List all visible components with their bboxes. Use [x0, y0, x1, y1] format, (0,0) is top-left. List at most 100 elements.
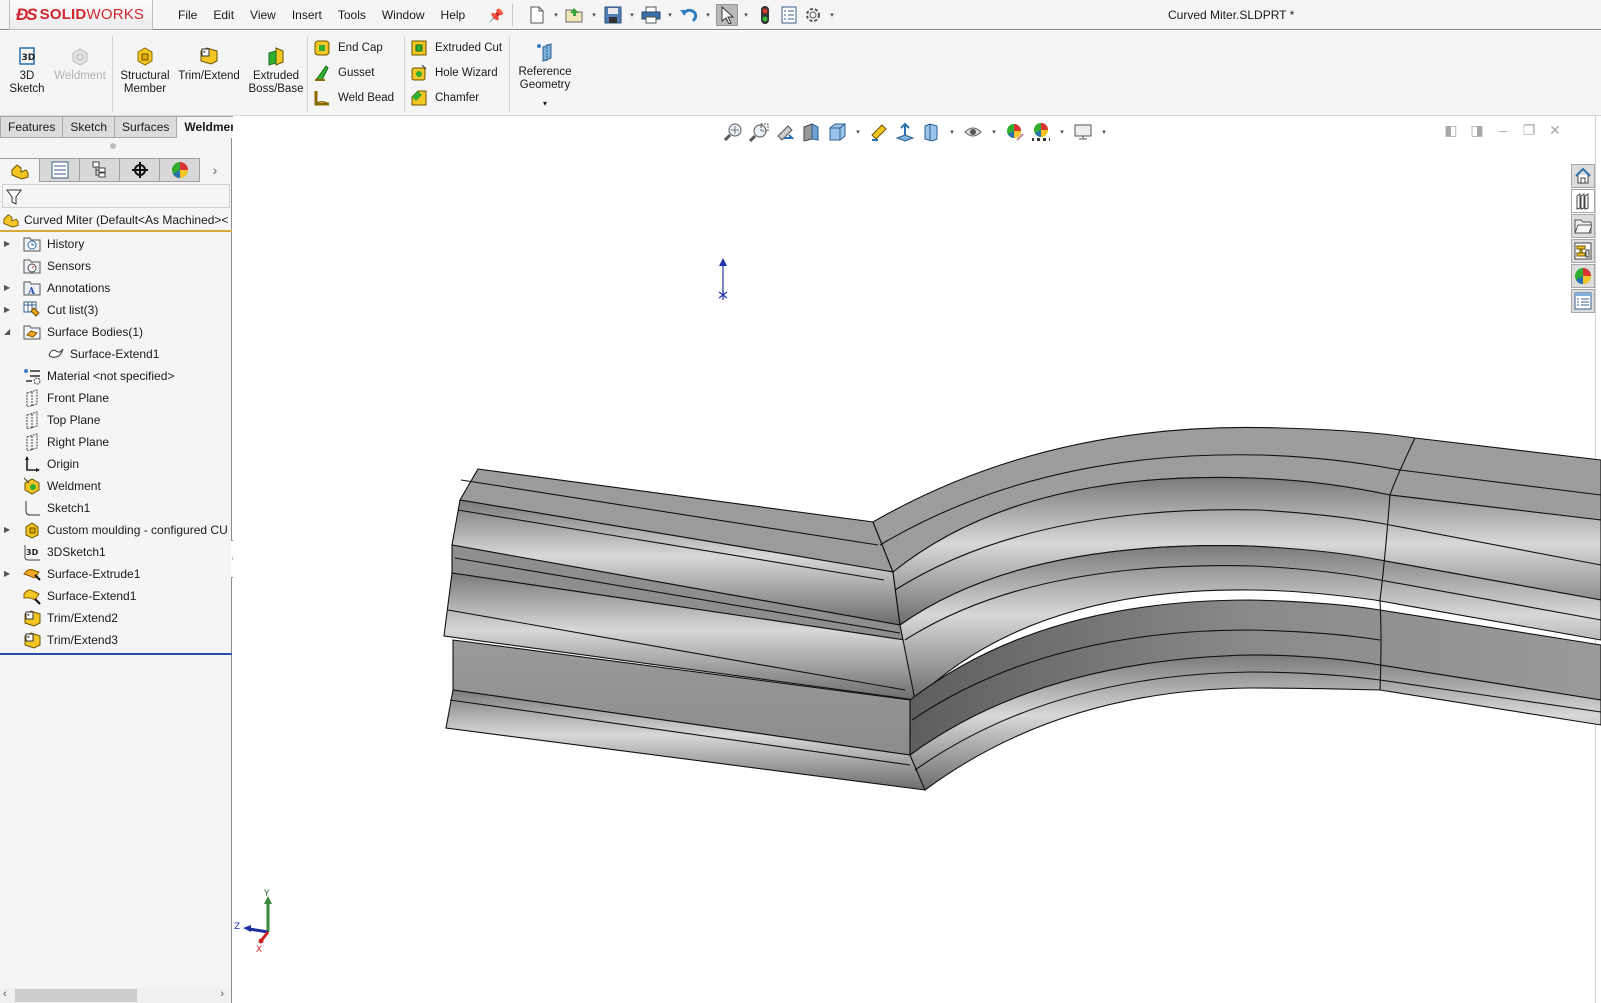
- tree-item[interactable]: ▶ A Annotations: [0, 277, 232, 299]
- menu-insert[interactable]: Insert: [284, 8, 330, 22]
- tree-item[interactable]: ▶ Surface-Extrude1: [0, 563, 232, 585]
- hole-wizard-icon: [411, 64, 427, 81]
- tree-item-label: Cut list(3): [47, 303, 99, 317]
- weldment-button[interactable]: Weldment: [52, 45, 108, 83]
- save-icon[interactable]: [602, 4, 624, 26]
- tab-surfaces[interactable]: Surfaces: [115, 116, 178, 138]
- tree-root-part[interactable]: Curved Miter (Default<As Machined><: [0, 210, 232, 232]
- dimxpert-manager-tab[interactable]: [120, 158, 160, 182]
- 3d-model-curved-miter[interactable]: [233, 116, 1601, 1003]
- tree-item[interactable]: Material <not specified>: [0, 365, 232, 387]
- panel-tabs-more-icon[interactable]: ›: [200, 158, 230, 182]
- tree-filter[interactable]: [2, 184, 230, 208]
- tree-horizontal-scrollbar[interactable]: ‹ ›: [0, 988, 230, 1003]
- select-dropdown-icon[interactable]: ▾: [740, 11, 752, 19]
- open-icon[interactable]: [564, 4, 586, 26]
- undo-dropdown-icon[interactable]: ▾: [702, 11, 714, 19]
- part-icon: [11, 163, 28, 180]
- extruded-cut-button[interactable]: Extruded Cut: [410, 38, 502, 58]
- collapse-arrow-icon[interactable]: ◢: [4, 327, 14, 337]
- configuration-manager-tab[interactable]: [80, 158, 120, 182]
- menu-edit[interactable]: Edit: [205, 8, 242, 22]
- tree-item-label: Trim/Extend3: [47, 633, 118, 647]
- select-icon[interactable]: [716, 4, 738, 26]
- tree-item[interactable]: Top Plane: [0, 409, 232, 431]
- options-dropdown-icon[interactable]: ▾: [826, 11, 838, 19]
- reference-geometry-button[interactable]: Reference Geometry ▾: [515, 41, 575, 110]
- display-manager-tab[interactable]: [160, 158, 200, 182]
- svg-text:*: *: [27, 636, 30, 643]
- structural-member-button[interactable]: Structural Member: [117, 45, 173, 96]
- end-cap-icon: [314, 40, 330, 56]
- new-document-icon[interactable]: [526, 4, 548, 26]
- scroll-left-icon[interactable]: ‹: [3, 988, 7, 1000]
- part-icon: [3, 214, 19, 228]
- expand-arrow-icon[interactable]: ▶: [4, 305, 14, 315]
- sensors-folder-icon: [23, 257, 41, 275]
- trim-extend-button[interactable]: * Trim/Extend: [178, 45, 240, 83]
- tree-item-label: Sensors: [47, 259, 92, 273]
- open-dropdown-icon[interactable]: ▾: [588, 11, 600, 19]
- solidworks-logo[interactable]: ƉS SOLIDWORKS: [9, 0, 153, 30]
- gusset-button[interactable]: Gusset: [313, 63, 374, 83]
- reference-geometry-dropdown-icon[interactable]: ▾: [543, 97, 547, 110]
- chamfer-button[interactable]: Chamfer: [410, 88, 479, 108]
- tab-sketch[interactable]: Sketch: [63, 116, 116, 138]
- hole-wizard-button[interactable]: Hole Wizard: [410, 63, 498, 83]
- tree-item[interactable]: ▶ Cut list(3): [0, 299, 232, 321]
- menu-window[interactable]: Window: [374, 8, 433, 22]
- print-dropdown-icon[interactable]: ▾: [664, 11, 676, 19]
- menu-help[interactable]: Help: [433, 8, 474, 22]
- tree-item[interactable]: * Trim/Extend2: [0, 607, 232, 629]
- tree-item-label: Front Plane: [47, 391, 110, 405]
- weld-bead-button[interactable]: Weld Bead: [313, 88, 394, 108]
- tree-item[interactable]: Surface-Extend1: [0, 343, 232, 365]
- tree-item[interactable]: Weldment: [0, 475, 232, 497]
- tree-item[interactable]: Sketch1: [0, 497, 232, 519]
- expand-arrow-icon[interactable]: ▶: [4, 525, 14, 535]
- extruded-boss-base-button[interactable]: Extruded Boss/Base: [246, 45, 306, 96]
- group-divider: [307, 36, 308, 112]
- feature-manager-tab[interactable]: [0, 158, 40, 182]
- undo-icon[interactable]: [678, 4, 700, 26]
- print-icon[interactable]: [640, 4, 662, 26]
- tree-item[interactable]: Sensors: [0, 255, 232, 277]
- curved-moulding-segment: [872, 426, 1601, 791]
- end-cap-button[interactable]: End Cap: [313, 38, 383, 58]
- save-dropdown-icon[interactable]: ▾: [626, 11, 638, 19]
- expand-arrow-icon[interactable]: ▶: [4, 239, 14, 249]
- tree-item[interactable]: Surface-Extend1: [0, 585, 232, 607]
- menu-view[interactable]: View: [242, 8, 284, 22]
- tree-item[interactable]: Right Plane: [0, 431, 232, 453]
- panel-grip[interactable]: [110, 143, 116, 149]
- rollback-bar[interactable]: [0, 653, 232, 655]
- tree-item[interactable]: ▶ History: [0, 233, 232, 255]
- tree-item-label: Weldment: [47, 479, 101, 493]
- menu-file[interactable]: File: [170, 8, 205, 22]
- tree-item[interactable]: * Trim/Extend3: [0, 629, 232, 651]
- new-dropdown-icon[interactable]: ▾: [550, 11, 562, 19]
- tree-item[interactable]: Origin: [0, 453, 232, 475]
- tab-features[interactable]: Features: [0, 116, 64, 138]
- sketch-icon: [23, 499, 41, 517]
- graphics-area[interactable]: ▾ ▾ ▾ ▾ ▾ ◧ ◨ – ❐ ✕ Y Z X: [233, 116, 1601, 1003]
- tree-item[interactable]: 3D 3DSketch1: [0, 541, 232, 563]
- pin-menu-icon[interactable]: 📌: [488, 8, 504, 24]
- options-icon[interactable]: [802, 4, 824, 26]
- 3d-sketch-button[interactable]: 3D 3D Sketch: [9, 45, 45, 96]
- tree-item[interactable]: Front Plane: [0, 387, 232, 409]
- appearance-icon: [171, 162, 188, 179]
- rebuild-icon[interactable]: [754, 4, 776, 26]
- tree-item[interactable]: ◢ Surface Bodies(1): [0, 321, 232, 343]
- menu-tools[interactable]: Tools: [330, 8, 374, 22]
- scrollbar-thumb[interactable]: [15, 989, 137, 1002]
- trim-extend-icon: *: [200, 47, 218, 65]
- expand-arrow-icon[interactable]: ▶: [4, 569, 14, 579]
- document-title: Curved Miter.SLDPRT *: [1168, 8, 1295, 22]
- svg-text:3D: 3D: [22, 53, 36, 63]
- file-properties-icon[interactable]: [778, 4, 800, 26]
- property-manager-tab[interactable]: [40, 158, 80, 182]
- scroll-right-icon[interactable]: ›: [220, 988, 224, 1000]
- tree-item[interactable]: ▶ Custom moulding - configured CU: [0, 519, 232, 541]
- expand-arrow-icon[interactable]: ▶: [4, 283, 14, 293]
